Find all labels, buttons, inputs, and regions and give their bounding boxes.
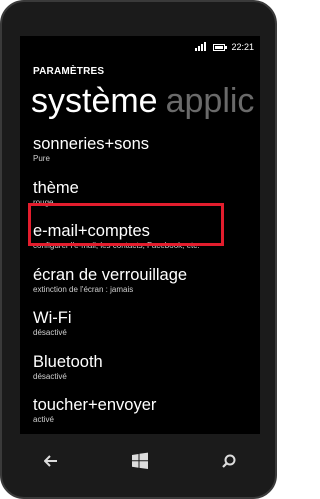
list-item-theme[interactable]: thème rouge [33,178,260,222]
hardware-navbar [20,446,260,476]
list-item-subtitle: configurer l'e-mail, les contacts, Faceb… [33,241,200,250]
settings-list: sonneries+sons Pure thème rouge e-mail+c… [33,134,260,434]
list-item-subtitle: extinction de l'écran : jamais [33,284,134,294]
list-item-subtitle: rouge [33,197,54,207]
list-item-tap-send[interactable]: toucher+envoyer activé [33,395,260,434]
list-item-title: sonneries+sons [33,135,150,153]
list-item-lock-screen[interactable]: écran de verrouillage extinction de l'éc… [33,265,260,309]
list-item-title: toucher+envoyer [33,396,157,414]
pivot-tab-system[interactable]: système [31,82,158,120]
pivot-tab-applications[interactable]: applic [166,82,255,120]
list-item-bluetooth[interactable]: Bluetooth désactivé [33,352,260,396]
signal-icon [195,41,207,53]
page-title: PARAMÈTRES [33,66,105,77]
clock: 22:21 [231,42,254,52]
list-item-title: Wi-Fi [33,309,72,327]
list-item-subtitle: Pure [33,154,50,163]
list-item-subtitle: désactivé [33,371,67,381]
list-item-ringtones[interactable]: sonneries+sons Pure [33,134,260,178]
status-bar: 22:21 [195,40,254,54]
list-item-wifi[interactable]: Wi-Fi désactivé [33,308,260,352]
list-item-title: Bluetooth [33,352,103,371]
phone-screen: 22:21 PARAMÈTRES système applic sonneries… [20,36,260,434]
list-item-subtitle: désactivé [33,328,67,337]
list-item-title: thème [33,178,79,197]
list-item-subtitle: activé [33,415,54,424]
list-item-title: e-mail+comptes [33,222,150,240]
list-item-email-accounts[interactable]: e-mail+comptes configurer l'e-mail, les … [33,221,260,265]
pivot-headers: système applic [31,82,254,120]
search-icon[interactable] [218,450,240,472]
phone-frame: 22:21 PARAMÈTRES système applic sonneries… [0,0,277,499]
back-arrow-icon[interactable] [40,450,62,472]
battery-icon [213,43,228,51]
list-item-title: écran de verrouillage [33,265,188,284]
windows-logo-icon[interactable] [129,450,151,472]
battery-level [215,45,224,49]
